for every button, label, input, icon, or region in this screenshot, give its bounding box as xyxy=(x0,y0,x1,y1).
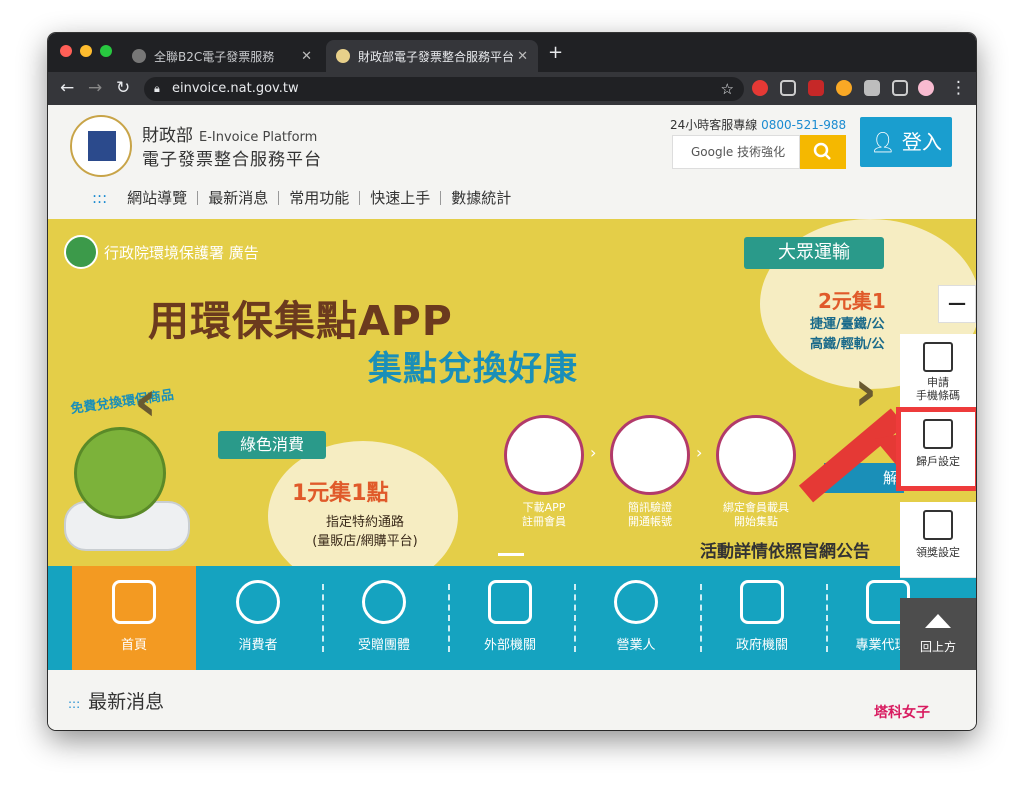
back-to-top-button[interactable]: 回上方 xyxy=(900,598,976,670)
forward-arrow-icon[interactable]: → xyxy=(88,77,102,99)
browser-window: 全聯B2C電子發票服務 ✕ 財政部電子發票整合服務平台 ✕ + ← → ↻ 🔒︎… xyxy=(48,33,976,730)
user-icon: 👤︎ xyxy=(870,130,896,154)
minimize-window-button[interactable] xyxy=(80,45,92,57)
step-bind: 綁定會員載具 開始集點 xyxy=(723,501,789,528)
tab-title: 財政部電子發票整合服務平台 xyxy=(358,49,515,64)
triangle-up-icon xyxy=(925,614,951,628)
banner-headline-2: 集點兌換好康 xyxy=(368,349,578,389)
businessman-icon xyxy=(614,580,658,624)
category-external-agency[interactable]: 外部機關 xyxy=(448,566,572,670)
search-button[interactable] xyxy=(800,135,846,169)
category-home[interactable]: 首頁 xyxy=(72,566,196,670)
close-tab-icon[interactable]: ✕ xyxy=(517,49,528,64)
address-bar[interactable]: 🔒︎ einvoice.nat.gov.tw ☆ xyxy=(144,77,744,101)
category-government[interactable]: 政府機關 xyxy=(700,566,824,670)
carousel-prev-icon[interactable]: ‹ xyxy=(134,369,157,434)
epa-logo-icon xyxy=(64,235,98,269)
tab-einvoice[interactable]: 財政部電子發票整合服務平台 ✕ xyxy=(326,40,538,72)
barcode-plus-icon xyxy=(923,342,953,372)
pocket-icon[interactable] xyxy=(780,80,796,96)
category-business[interactable]: 營業人 xyxy=(574,566,698,670)
url-text: einvoice.nat.gov.tw xyxy=(172,81,299,96)
phone-lock-icon xyxy=(610,415,690,495)
main-nav: ::: 網站導覽 最新消息 常用功能 快速上手 數據統計 xyxy=(82,191,521,206)
banner-sponsor: 行政院環境保護署 廣告 xyxy=(64,235,259,269)
nav-accesskey[interactable]: ::: xyxy=(82,191,117,206)
search-input[interactable]: Google 技術強化 xyxy=(672,135,800,169)
collapse-sidebar-button[interactable]: − xyxy=(938,285,976,323)
government-building-icon xyxy=(740,580,784,624)
nav-item-statistics[interactable]: 數據統計 xyxy=(441,191,521,206)
account-settings-button[interactable]: 歸戶設定 xyxy=(896,407,976,491)
puzzle-icon[interactable] xyxy=(864,80,880,96)
briefcase-icon xyxy=(488,580,532,624)
banner-headline-1: 用環保集點APP xyxy=(148,297,453,345)
new-tab-button[interactable]: + xyxy=(548,42,563,63)
free-exchange-text: 免費兌換環保商品 xyxy=(69,387,175,418)
close-tab-icon[interactable]: ✕ xyxy=(301,49,312,64)
card-icon xyxy=(716,415,796,495)
carousel-indicator[interactable] xyxy=(498,553,524,556)
ministry-favicon-icon xyxy=(336,49,350,63)
apply-barcode-button[interactable]: 申請 手機條碼 xyxy=(900,334,976,410)
green-consumption-badge: 綠色消費 xyxy=(218,431,326,459)
web-page: 財政部 E-Invoice Platform 電子發票整合服務平台 24小時客服專… xyxy=(48,105,976,730)
document-gear-icon xyxy=(923,419,953,449)
tab-bar: 全聯B2C電子發票服務 ✕ 財政部電子發票整合服務平台 ✕ + xyxy=(48,33,976,72)
nav-item-quickstart[interactable]: 快速上手 xyxy=(360,191,442,206)
event-note: 活動詳情依照官網公告 xyxy=(700,542,870,562)
close-window-button[interactable] xyxy=(60,45,72,57)
transport-points: 2元集1 xyxy=(818,289,886,313)
hotline: 24小時客服專線 0800-521-988 xyxy=(670,118,847,132)
step-verify: 簡訊驗證 開通帳號 xyxy=(628,501,672,528)
globe-icon xyxy=(132,49,146,63)
chevron-right-icon: › xyxy=(590,443,597,462)
tab-title: 全聯B2C電子發票服務 xyxy=(154,49,275,64)
green-points: 1元集1點 xyxy=(292,481,389,506)
back-arrow-icon[interactable]: ← xyxy=(60,77,74,99)
person-icon xyxy=(236,580,280,624)
avatar[interactable] xyxy=(918,80,934,96)
browser-toolbar: ← → ↻ 🔒︎ einvoice.nat.gov.tw ☆ ⋮ xyxy=(48,72,976,105)
watermark-logo: 塔科女子 xyxy=(874,705,930,721)
category-bar: 首頁 消費者 受贈團體 外部機關 營業人 政府機關 專業代理人 xyxy=(48,566,976,670)
mass-transit-badge: 大眾運輸 xyxy=(744,237,884,269)
green-desc: 指定特約通路 (量販店/網購平台) xyxy=(312,515,418,549)
nav-item-common[interactable]: 常用功能 xyxy=(279,191,361,206)
extension-s-icon[interactable] xyxy=(752,80,768,96)
extension-book-icon[interactable] xyxy=(808,80,824,96)
document-dollar-icon xyxy=(923,510,953,540)
nav-item-news[interactable]: 最新消息 xyxy=(198,191,280,206)
news-heading[interactable]: ::: 最新消息 xyxy=(68,687,164,714)
prize-settings-button[interactable]: 領獎設定 xyxy=(900,502,976,578)
menu-kebab-icon[interactable]: ⋮ xyxy=(950,77,967,99)
lock-icon: 🔒︎ xyxy=(154,82,160,95)
nav-item-sitemap[interactable]: 網站導覽 xyxy=(117,191,199,206)
transport-desc: 捷運/臺鐵/公 高鐵/輕軌/公 xyxy=(810,317,885,352)
category-donation[interactable]: 受贈團體 xyxy=(322,566,446,670)
mascot-illustration xyxy=(74,427,166,519)
ministry-name[interactable]: 財政部 E-Invoice Platform xyxy=(142,121,317,146)
search-icon xyxy=(813,142,831,160)
step-download: 下載APP 註冊會員 xyxy=(522,501,566,528)
login-button[interactable]: 👤︎ 登入 xyxy=(860,117,952,167)
lightbulb-icon xyxy=(362,580,406,624)
tab-pxmart[interactable]: 全聯B2C電子發票服務 ✕ xyxy=(122,40,322,72)
house-icon xyxy=(112,580,156,624)
zoom-window-button[interactable] xyxy=(100,45,112,57)
cast-icon[interactable] xyxy=(892,80,908,96)
qr-code-icon xyxy=(504,415,584,495)
chevron-right-icon: › xyxy=(696,443,703,462)
platform-name[interactable]: 電子發票整合服務平台 xyxy=(142,145,322,170)
ad-banner[interactable]: 行政院環境保護署 廣告 用環保集點APP 集點兌換好康 免費兌換環保商品 ‹ ›… xyxy=(48,219,976,569)
carousel-next-icon[interactable]: › xyxy=(854,359,877,424)
ministry-logo[interactable] xyxy=(70,115,132,177)
bookmark-star-icon[interactable]: ☆ xyxy=(721,77,734,101)
reload-icon[interactable]: ↻ xyxy=(116,77,130,99)
extension-circle-icon[interactable] xyxy=(836,80,852,96)
category-consumer[interactable]: 消費者 xyxy=(196,566,320,670)
